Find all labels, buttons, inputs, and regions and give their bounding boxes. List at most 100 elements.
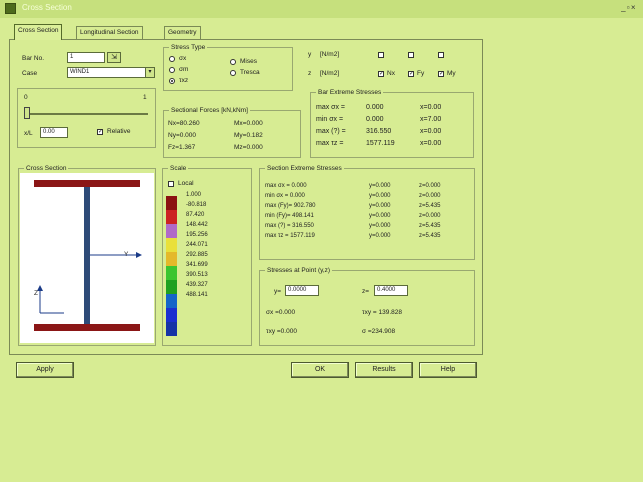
- stress-radio-txz[interactable]: [169, 78, 175, 84]
- check-nx-label: Nx: [387, 70, 395, 77]
- z-axis-label: z: [308, 70, 312, 77]
- scale-value: 292.885: [186, 252, 208, 258]
- point-z-field[interactable]: 0.4000: [374, 285, 408, 296]
- scale-swatch: [166, 224, 177, 238]
- scale-swatch: [166, 238, 177, 252]
- point-result-b: τxy = 139.828: [362, 309, 402, 316]
- case-label: Case: [22, 70, 38, 77]
- force-fz: Fz=1.367: [168, 144, 196, 151]
- tab-longitudinal-section[interactable]: Longitudinal Section: [76, 26, 143, 39]
- cross-section-drawing: [20, 173, 154, 343]
- check-r1-c[interactable]: [438, 52, 444, 58]
- scale-value: -80.818: [186, 202, 207, 208]
- point-result-a: σx =0.000: [266, 309, 296, 316]
- check-nx[interactable]: ✓: [378, 71, 384, 77]
- point-result-c: τxy =0.000: [266, 328, 297, 335]
- check-fy-label: Fy: [417, 70, 425, 77]
- point-result-d: σ =234.908: [362, 328, 396, 335]
- scale-title: Scale: [168, 164, 189, 173]
- web: [84, 187, 90, 324]
- bottom-flange: [34, 324, 140, 331]
- top-flange: [34, 180, 140, 187]
- relative-checkbox[interactable]: ✓: [97, 129, 103, 135]
- y-axis-marker: Y: [124, 251, 129, 258]
- window-controls[interactable]: _ ▫ ×: [609, 3, 635, 13]
- chevron-down-icon[interactable]: ▾: [145, 67, 155, 78]
- scale-swatch: [166, 266, 177, 280]
- scale-value: 390.513: [186, 272, 208, 278]
- check-my[interactable]: ✓: [438, 71, 444, 77]
- loc-label: x/L: [24, 130, 33, 137]
- scale-value: 195.256: [186, 232, 208, 238]
- scale-swatch: [166, 280, 177, 294]
- table-row: max (?) = 316.550 y=0.000 z=5.435: [265, 223, 441, 229]
- table-row: min σx = 0.000 x=7.00: [316, 116, 442, 123]
- cross-section-title: Cross Section: [24, 164, 69, 173]
- scale-swatch: [166, 210, 177, 224]
- stress-radio-sx[interactable]: [169, 56, 175, 62]
- point-z-label: z=: [362, 288, 370, 295]
- bar-extreme-table: max σx = 0.000 x=0.00 min σx = 0.000 x=7.00 …: [316, 104, 470, 152]
- check-r1-a[interactable]: [378, 52, 384, 58]
- title-bar: [0, 0, 643, 18]
- stress-option-mises: Mises: [240, 58, 257, 65]
- force-ny: Ny=0.000: [168, 132, 197, 139]
- z-unit-label: [N/m2]: [320, 70, 340, 77]
- bar-select-icon[interactable]: ⇲: [107, 52, 121, 63]
- y-axis-label: y: [308, 51, 312, 58]
- tab-geometry[interactable]: Geometry: [164, 26, 201, 39]
- scale-colorbar: [166, 196, 180, 336]
- point-y-label: y=: [274, 288, 282, 295]
- scale-local-checkbox[interactable]: [168, 181, 174, 187]
- scale-value: 244.071: [186, 242, 208, 248]
- force-mx: Mx=0.000: [234, 120, 263, 127]
- apply-button[interactable]: Apply: [16, 362, 74, 378]
- slider-track[interactable]: [24, 113, 148, 115]
- scale-local-label: Local: [178, 180, 194, 187]
- force-mz: Mz=0.000: [234, 144, 263, 151]
- table-row: max σx = 0.000 x=0.00: [316, 104, 442, 111]
- case-select[interactable]: WIND1: [67, 67, 147, 78]
- force-nx: Nx=80.260: [168, 120, 200, 127]
- table-row: max (Fy)= 902.780 y=0.000 z=5.435: [265, 203, 441, 209]
- results-button[interactable]: Results: [355, 362, 413, 378]
- relative-label: Relative: [107, 128, 131, 135]
- tab-cross-section[interactable]: Cross Section: [14, 24, 63, 40]
- stress-radio-sm[interactable]: [169, 67, 175, 73]
- help-button[interactable]: Help: [419, 362, 477, 378]
- scale-value: 1.000: [186, 192, 202, 198]
- table-row: min σx = 0.000 y=0.000 z=0.000: [265, 193, 441, 199]
- table-row: max σx = 0.000 y=0.000 z=0.000: [265, 183, 441, 189]
- check-fy[interactable]: ✓: [408, 71, 414, 77]
- scale-value: 148.442: [186, 222, 208, 228]
- loc-field[interactable]: 0.00: [40, 127, 68, 138]
- scale-swatch: [166, 252, 177, 266]
- section-extreme-table: max σx = 0.000 y=0.000 z=0.000 min σx = 0.…: [265, 181, 471, 241]
- ok-button[interactable]: OK: [291, 362, 349, 378]
- slider-thumb[interactable]: [24, 107, 30, 119]
- stress-radio-tresca[interactable]: [230, 70, 236, 76]
- stress-option-tresca: Tresca: [240, 69, 260, 76]
- sectional-forces-title: Sectional Forces [kN,kNm]: [169, 106, 250, 115]
- scale-values: 1.000 -80.818 87.420 148.442 195.256 244…: [186, 190, 246, 300]
- app-icon: [5, 3, 16, 14]
- scale-value: 439.327: [186, 282, 208, 288]
- scale-value: 341.699: [186, 262, 208, 268]
- stress-option-sx: σx: [179, 55, 187, 62]
- table-row: max τz = 1577.119 y=0.000 z=5.435: [265, 233, 441, 239]
- stress-at-point-title: Stresses at Point (y,z): [265, 266, 333, 275]
- stress-radio-mises[interactable]: [230, 59, 236, 65]
- position-group: [17, 88, 156, 148]
- slider-min-label: 0: [24, 94, 28, 101]
- bar-no-field[interactable]: 1: [67, 52, 105, 63]
- point-y-field[interactable]: 0.0000: [285, 285, 319, 296]
- scale-swatch: [166, 308, 177, 322]
- bar-extreme-title: Bar Extreme Stresses: [316, 88, 384, 97]
- scale-value: 488.141: [186, 292, 208, 298]
- z-axis-marker: Z: [34, 290, 38, 297]
- stress-option-sm: σm: [179, 66, 189, 73]
- check-r1-b[interactable]: [408, 52, 414, 58]
- slider-max-label: 1: [143, 94, 147, 101]
- scale-value: 87.420: [186, 212, 205, 218]
- scale-swatch: [166, 294, 177, 308]
